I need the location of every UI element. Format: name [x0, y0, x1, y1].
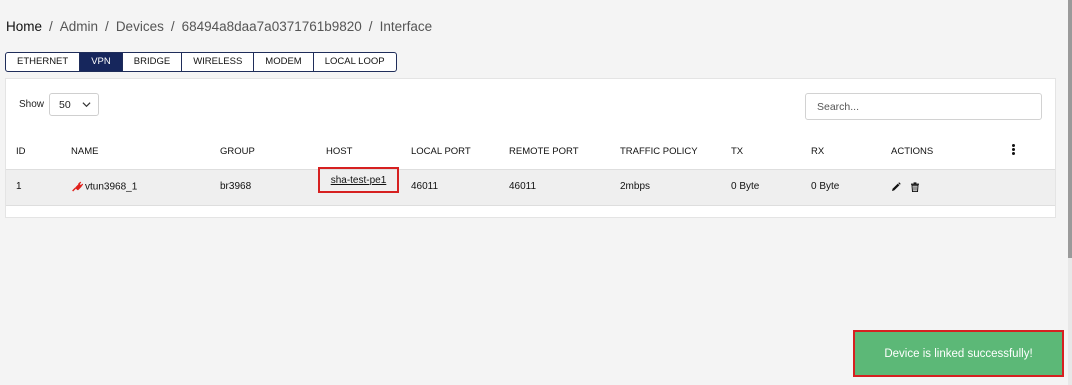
- breadcrumb-devices[interactable]: Devices: [116, 19, 164, 34]
- trash-icon[interactable]: [910, 182, 920, 193]
- tab-local-loop[interactable]: LOCAL LOOP: [314, 53, 396, 71]
- breadcrumb-separator: /: [368, 19, 373, 34]
- column-header-remote-port[interactable]: REMOTE PORT: [509, 146, 579, 157]
- column-header-local-port[interactable]: LOCAL PORT: [411, 146, 471, 157]
- row-name: vtun3968_1: [85, 181, 138, 193]
- row-id: 1: [16, 181, 22, 192]
- row-traffic-policy: 2mbps: [620, 181, 651, 192]
- page-scrollbar-thumb[interactable]: [1068, 0, 1072, 258]
- vpn-table-panel: Show 50 ID NAME GROUP HOST LOCAL PORT RE…: [5, 78, 1056, 218]
- page-size-value: 50: [59, 98, 71, 111]
- chevron-down-icon: [82, 102, 91, 108]
- table-header: ID NAME GROUP HOST LOCAL PORT REMOTE POR…: [6, 142, 1055, 166]
- row-actions: [891, 182, 926, 193]
- column-header-rx[interactable]: RX: [811, 146, 824, 157]
- row-remote-port: 46011: [509, 181, 537, 192]
- host-link[interactable]: sha-test-pe1: [318, 167, 399, 193]
- row-name-cell: vtun3968_1: [71, 181, 137, 193]
- breadcrumb-home[interactable]: Home: [6, 19, 42, 34]
- row-tx: 0 Byte: [731, 181, 760, 192]
- column-header-host[interactable]: HOST: [326, 146, 352, 157]
- column-header-traffic-policy[interactable]: TRAFFIC POLICY: [620, 146, 698, 157]
- page-size-control: Show 50: [19, 93, 100, 116]
- breadcrumb-separator: /: [105, 19, 109, 34]
- column-header-actions: ACTIONS: [891, 146, 934, 157]
- tab-wireless[interactable]: WIRELESS: [182, 53, 255, 71]
- pencil-icon[interactable]: [891, 182, 901, 192]
- success-toast[interactable]: Device is linked successfully!: [853, 330, 1064, 377]
- row-group: br3968: [220, 181, 252, 192]
- tab-ethernet[interactable]: ETHERNET: [6, 53, 81, 71]
- show-label: Show: [19, 99, 45, 110]
- tab-vpn[interactable]: VPN: [80, 53, 123, 71]
- breadcrumb: Home / Admin / Devices / 68494a8daa7a037…: [6, 19, 432, 34]
- column-header-name[interactable]: NAME: [71, 146, 98, 157]
- kebab-menu-icon[interactable]: [1010, 143, 1016, 157]
- search-input[interactable]: [805, 93, 1042, 120]
- page-scrollbar[interactable]: [1068, 0, 1072, 385]
- breadcrumb-separator: /: [49, 19, 53, 34]
- page-size-select[interactable]: 50: [49, 93, 100, 116]
- breadcrumb-device-id[interactable]: 68494a8daa7a0371761b9820: [182, 19, 362, 34]
- column-header-id[interactable]: ID: [16, 146, 26, 157]
- column-header-group[interactable]: GROUP: [220, 146, 255, 157]
- interface-tabs: ETHERNET VPN BRIDGE WIRELESS MODEM LOCAL…: [5, 52, 397, 72]
- column-header-tx[interactable]: TX: [731, 146, 743, 157]
- breadcrumb-admin[interactable]: Admin: [60, 19, 98, 34]
- plug-icon: [72, 181, 83, 192]
- row-rx: 0 Byte: [811, 181, 840, 192]
- breadcrumb-separator: /: [170, 19, 175, 34]
- row-local-port: 46011: [411, 181, 439, 192]
- breadcrumb-current: Interface: [379, 19, 433, 34]
- tab-bridge[interactable]: BRIDGE: [123, 53, 183, 71]
- tab-modem[interactable]: MODEM: [254, 53, 314, 71]
- table-row: 1 vtun3968_1 br3968 sha-test-pe1 46011 4…: [6, 167, 1055, 206]
